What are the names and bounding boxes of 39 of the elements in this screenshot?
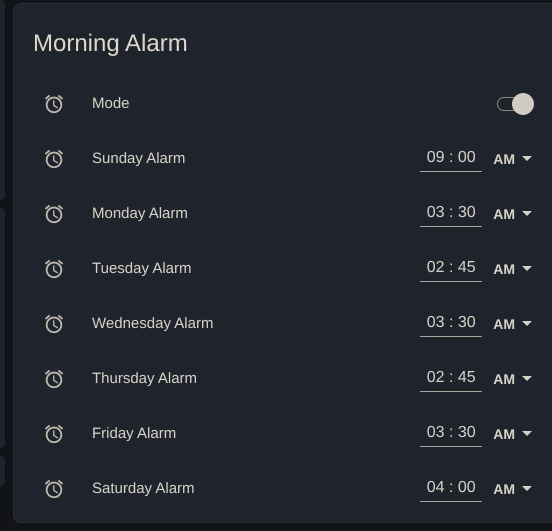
row-label: Friday Alarm [92, 425, 178, 442]
toggle-switch[interactable] [497, 92, 533, 116]
time-field[interactable]: 04 : 00 [420, 475, 482, 502]
time-field[interactable]: 03 : 30 [420, 310, 482, 337]
time-field[interactable]: 03 : 30 [420, 420, 482, 447]
row-label: Monday Alarm [92, 205, 189, 222]
alarm-clock-icon [43, 258, 65, 280]
row-label: Sunday Alarm [92, 150, 186, 167]
alarm-clock-icon [43, 478, 65, 500]
period-dropdown[interactable]: AM [493, 426, 532, 442]
caret-icon [522, 376, 532, 381]
row-label: Thursday Alarm [92, 370, 198, 387]
caret-icon [522, 431, 532, 436]
period-dropdown[interactable]: AM [493, 480, 532, 496]
row-label: Saturday Alarm [92, 480, 196, 497]
period-dropdown[interactable]: AM [493, 206, 532, 222]
alarm-clock-icon [43, 422, 65, 444]
row-label: Wednesday Alarm [92, 315, 214, 332]
alarm-clock-icon [43, 368, 65, 390]
card-title: Morning Alarm [33, 30, 188, 58]
alarm-clock-icon [43, 312, 65, 334]
alarm-clock-icon [43, 202, 65, 224]
time-field[interactable]: 09 : 00 [420, 145, 482, 172]
time-field[interactable]: 03 : 30 [420, 200, 482, 227]
caret-icon [522, 321, 532, 326]
period-dropdown[interactable]: AM [493, 260, 532, 276]
caret-icon [522, 486, 532, 491]
caret-icon [522, 211, 532, 216]
period-dropdown[interactable]: AM [493, 150, 532, 166]
row-label: Mode [92, 95, 131, 112]
period-dropdown[interactable]: AM [493, 370, 532, 386]
row-label: Tuesday Alarm [92, 260, 192, 277]
alarm-clock-icon [43, 92, 65, 114]
caret-icon [522, 156, 532, 161]
period-dropdown[interactable]: AM [493, 316, 532, 332]
alarm-clock-icon [43, 148, 65, 170]
caret-icon [522, 266, 532, 271]
time-field[interactable]: 02 : 45 [420, 255, 482, 282]
time-field[interactable]: 02 : 45 [420, 365, 482, 392]
